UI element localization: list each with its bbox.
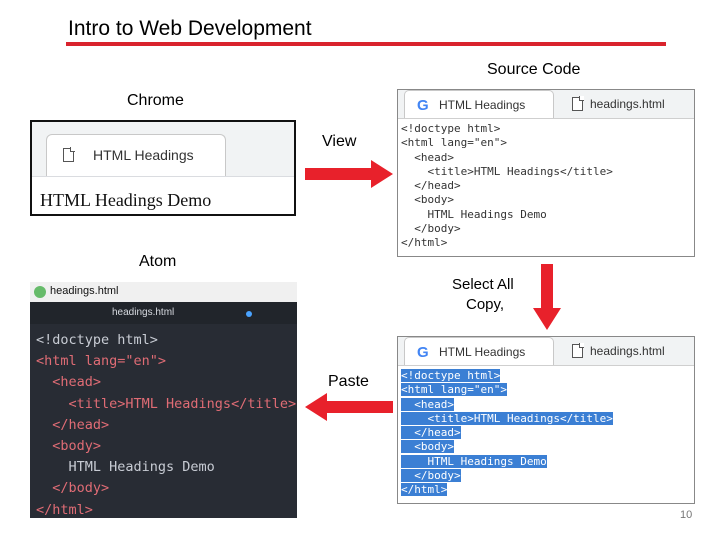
modified-dot-icon xyxy=(246,311,252,317)
selected-source-window: G HTML Headings headings.html <!doctype … xyxy=(397,336,695,504)
view-source-tab[interactable]: G HTML Headings xyxy=(404,90,554,118)
atom-tab[interactable]: headings.html xyxy=(30,302,297,324)
source-code-label: Source Code xyxy=(487,61,581,78)
title-underline xyxy=(66,42,666,46)
selected-code-line: </html> xyxy=(401,483,448,497)
code-line: </html> xyxy=(36,501,93,518)
paste-label: Paste xyxy=(328,373,369,390)
slide-title: Intro to Web Development xyxy=(68,17,312,40)
copy-label: Copy, xyxy=(466,296,505,313)
code-line: <!doctype html> xyxy=(401,122,501,135)
selected-code-line: </head> xyxy=(401,426,461,440)
select-all-label: Select All xyxy=(452,276,514,293)
paste-arrow-left xyxy=(305,393,393,421)
view-label: View xyxy=(322,133,357,150)
view-source-tab-title: HTML Headings xyxy=(439,98,526,112)
code-line: <head> xyxy=(36,374,102,391)
code-line: </head> xyxy=(401,179,461,193)
view-arrow-right xyxy=(305,160,393,188)
code-line: <title>HTML Headings</title> xyxy=(401,164,613,178)
chrome-label: Chrome xyxy=(127,92,184,109)
atom-label: Atom xyxy=(139,253,177,270)
code-line: <body> xyxy=(401,193,454,207)
code-line: <body> xyxy=(36,438,102,455)
google-g-icon: G xyxy=(417,97,429,114)
atom-window-title: headings.html xyxy=(50,285,119,297)
document-icon xyxy=(572,96,584,111)
view-source-window: G HTML Headings headings.html <!doctype … xyxy=(397,89,695,257)
selected-code-line: <title>HTML Headings</title> xyxy=(401,411,613,425)
google-g-icon: G xyxy=(417,344,429,361)
code-line: <head> xyxy=(401,150,454,164)
code-line: </head> xyxy=(36,416,110,433)
selected-code-line: </body> xyxy=(401,469,461,483)
document-icon xyxy=(572,343,584,358)
code-line: </html> xyxy=(401,236,448,250)
selected-source-tab-title: HTML Headings xyxy=(439,345,526,359)
selected-code-line: <html lang="en"> xyxy=(401,383,507,397)
selected-code-line: <head> xyxy=(401,397,454,411)
code-line: HTML Headings Demo xyxy=(401,207,547,221)
chrome-page-heading: HTML Headings Demo xyxy=(40,190,212,210)
atom-editor-window: headings.html headings.html <!doctype ht… xyxy=(30,282,297,518)
chrome-tab-title: HTML Headings xyxy=(93,147,194,163)
code-line: <!doctype html> xyxy=(36,332,158,348)
selected-code-line: HTML Headings Demo xyxy=(401,454,547,468)
atom-code-editor[interactable]: <!doctype html> <html lang="en"> <head> … xyxy=(36,330,296,518)
copy-arrow-down xyxy=(533,264,561,330)
code-line: </body> xyxy=(401,222,461,236)
selected-source-tab2-title: headings.html xyxy=(590,344,665,358)
chrome-browser-window: HTML Headings HTML Headings Demo xyxy=(30,120,296,216)
selected-code-line: <!doctype html> xyxy=(401,369,501,382)
code-line: <title>HTML Headings</title> xyxy=(36,395,297,412)
chrome-tab[interactable]: HTML Headings xyxy=(46,134,226,176)
selected-source-code[interactable]: <!doctype html> <html lang="en"> <head> … xyxy=(401,369,613,498)
document-icon xyxy=(63,147,75,162)
code-line: <html lang="en"> xyxy=(401,136,507,150)
atom-title-bar: headings.html xyxy=(30,282,297,302)
selected-source-tab[interactable]: G HTML Headings xyxy=(404,337,554,365)
code-line: HTML Headings Demo xyxy=(36,459,215,476)
page-number: 10 xyxy=(680,509,693,521)
atom-tab-title: headings.html xyxy=(112,307,175,318)
view-source-code[interactable]: <!doctype html> <html lang="en"> <head> … xyxy=(401,122,613,251)
code-line: <html lang="en"> xyxy=(36,353,167,370)
code-line: </body> xyxy=(36,480,110,497)
atom-logo-icon xyxy=(34,286,46,298)
selected-code-line: <body> xyxy=(401,440,454,454)
view-source-tab2-title: headings.html xyxy=(590,97,665,111)
